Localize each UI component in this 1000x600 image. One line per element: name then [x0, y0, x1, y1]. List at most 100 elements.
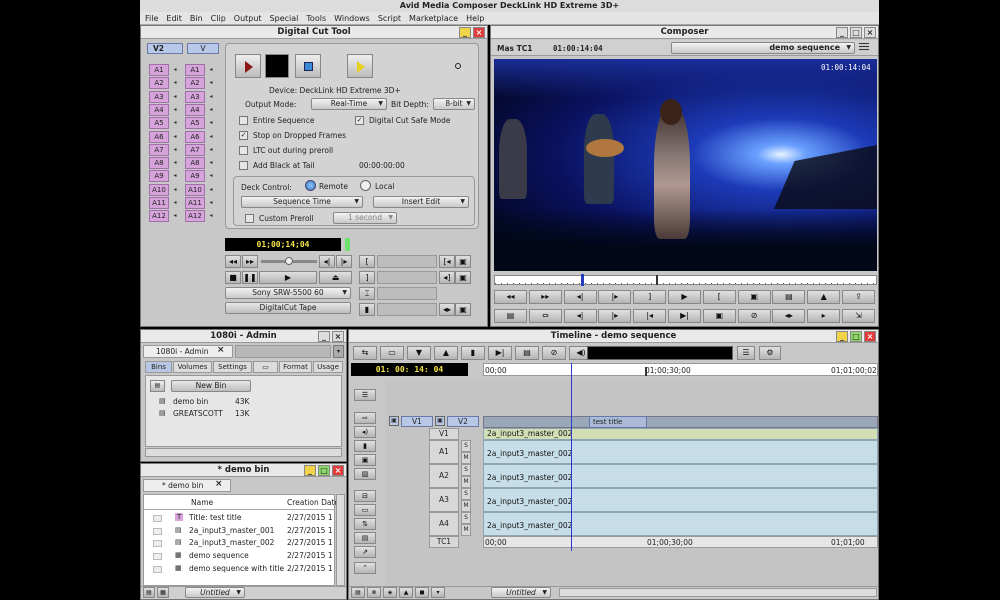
timeline-position-indicator[interactable]: [571, 363, 572, 551]
eject-button[interactable]: ⏏: [319, 271, 352, 284]
record-track-a4[interactable]: A4: [149, 103, 169, 116]
menu-script[interactable]: Script: [378, 14, 401, 23]
record-track-a6-right[interactable]: A6: [185, 130, 205, 143]
overwrite-button[interactable]: ▤: [772, 290, 806, 304]
record-track-a4-right[interactable]: A4: [185, 103, 205, 116]
lift-button[interactable]: ▣: [737, 290, 771, 304]
mute-button[interactable]: M: [461, 452, 471, 464]
bin-row-name[interactable]: demo sequence: [189, 551, 249, 560]
bin-frame-view-icon[interactable]: ▦: [157, 587, 169, 598]
record-track-a10[interactable]: A10: [149, 183, 169, 196]
link-button[interactable]: ⇗: [354, 546, 376, 558]
track-header-a1[interactable]: A1: [429, 440, 459, 464]
top-tail-button[interactable]: ▶|: [488, 346, 512, 360]
mark-out-button[interactable]: ]: [633, 290, 667, 304]
project-scrollbar[interactable]: [145, 448, 342, 457]
timeline-footer-icon-3[interactable]: ▲: [399, 587, 413, 598]
play-record-button[interactable]: [235, 54, 261, 78]
local-radio[interactable]: [360, 180, 371, 191]
track-header-v2[interactable]: V2: [447, 416, 479, 427]
project-tab-close-icon[interactable]: ×: [217, 345, 225, 355]
bin-view-select[interactable]: Untitled: [185, 587, 245, 598]
record-track-a3[interactable]: A3: [149, 90, 169, 103]
mute-button[interactable]: M: [461, 476, 471, 488]
splice-button[interactable]: ▲: [807, 290, 841, 304]
menu-edit[interactable]: Edit: [166, 14, 182, 23]
play-in-out-button[interactable]: ◂▸: [772, 309, 806, 323]
timeline-view-select[interactable]: Untitled: [491, 587, 551, 598]
close-button[interactable]: ×: [864, 331, 876, 342]
safe-mode-checkbox[interactable]: ✓: [355, 116, 364, 125]
rewind-button[interactable]: ◂◂: [225, 255, 241, 268]
title-clip[interactable]: test title: [589, 416, 647, 428]
audio-clip[interactable]: 2a_input3_master_002: [483, 440, 878, 464]
record-track-a6[interactable]: A6: [149, 130, 169, 143]
extract-button[interactable]: ▲: [434, 346, 458, 360]
mark-out-field[interactable]: [377, 271, 437, 284]
maximize-button[interactable]: □: [850, 27, 862, 38]
row-checkbox[interactable]: [153, 553, 162, 561]
timeline-footer-icon-1[interactable]: ⊗: [367, 587, 381, 598]
clear-out-button[interactable]: ▣: [455, 271, 471, 284]
project-menu-icon[interactable]: ▾: [333, 345, 344, 358]
minimize-button[interactable]: _: [304, 465, 316, 476]
extract-button[interactable]: ⇪: [842, 290, 875, 304]
segment-yellow-button[interactable]: ▣: [354, 454, 376, 466]
position-indicator[interactable]: [581, 274, 584, 286]
minimize-button[interactable]: _: [459, 27, 471, 38]
maximize-button[interactable]: □: [318, 465, 330, 476]
menu-bin[interactable]: Bin: [190, 14, 203, 23]
track-header-tc1[interactable]: TC1: [429, 536, 459, 548]
pause-button[interactable]: ❚❚: [242, 271, 258, 284]
record-track-a9[interactable]: A9: [149, 170, 169, 183]
play-loop-button[interactable]: ▸: [807, 309, 841, 323]
track-selector-v2[interactable]: V2: [147, 43, 183, 54]
bin-icon[interactable]: ▤: [150, 380, 165, 392]
fast-forward-button[interactable]: ▸▸: [242, 255, 258, 268]
sequence-name-select[interactable]: demo sequence: [671, 42, 855, 54]
record-track-a2-right[interactable]: A2: [185, 77, 205, 90]
go-to-in-button[interactable]: ◂|: [563, 309, 597, 323]
menu-marketplace[interactable]: Marketplace: [409, 14, 458, 23]
bin-row-name[interactable]: demo sequence with title: [189, 564, 284, 573]
bin-row-name[interactable]: Title: test title: [189, 513, 241, 522]
toolset-button[interactable]: ⇆: [353, 346, 377, 360]
menu-file[interactable]: File: [145, 14, 158, 23]
menu-clip[interactable]: Clip: [211, 14, 226, 23]
mark-clip-button[interactable]: ▮: [359, 303, 375, 316]
fast-menu-button[interactable]: ☰: [354, 389, 376, 401]
go-to-in-button[interactable]: [◂: [439, 255, 455, 268]
go-to-button[interactable]: ◂▸: [439, 303, 455, 316]
record-track-a1[interactable]: A1: [149, 64, 169, 76]
preroll-select[interactable]: 1 second: [333, 212, 397, 224]
track-selector-v[interactable]: V: [187, 43, 219, 54]
position-bar[interactable]: [494, 275, 877, 285]
menu-windows[interactable]: Windows: [334, 14, 370, 23]
stop-dropped-checkbox[interactable]: ✓: [239, 131, 248, 140]
row-checkbox[interactable]: [153, 540, 162, 548]
timeline-settings-button[interactable]: ⚙: [759, 346, 781, 360]
record-track-a9-right[interactable]: A9: [185, 170, 205, 183]
red-arrow-button[interactable]: ⇨: [354, 412, 376, 424]
tab-usage[interactable]: Usage: [313, 361, 343, 373]
scroll-up-button[interactable]: ⌃: [354, 562, 376, 574]
record-track-a5[interactable]: A5: [149, 117, 169, 130]
record-track-a11-right[interactable]: A11: [185, 197, 205, 209]
shuttle-slider[interactable]: [261, 257, 317, 265]
mark-out-button[interactable]: ]: [359, 271, 375, 284]
menu-output[interactable]: Output: [234, 14, 262, 23]
new-bin-button[interactable]: New Bin: [171, 380, 251, 392]
bin-tab-close-icon[interactable]: ×: [215, 479, 223, 489]
clear-button[interactable]: ⊘: [542, 346, 566, 360]
v2-patch-box[interactable]: ▣: [435, 416, 445, 426]
offset-field[interactable]: [377, 303, 437, 316]
deck-select[interactable]: Sony SRW-5500 60: [225, 287, 351, 299]
bin-row-name[interactable]: 2a_input3_master_001: [189, 526, 274, 535]
record-track-a8[interactable]: A8: [149, 157, 169, 170]
timeline-menu-button[interactable]: ☰: [737, 346, 755, 360]
tab-settings[interactable]: Settings: [213, 361, 252, 373]
bin-view-icon[interactable]: ▤: [143, 587, 155, 598]
record-track-a11[interactable]: A11: [149, 197, 169, 209]
bin-row-name[interactable]: 2a_input3_master_002: [189, 538, 274, 547]
step-forward-button[interactable]: |▸: [598, 290, 632, 304]
